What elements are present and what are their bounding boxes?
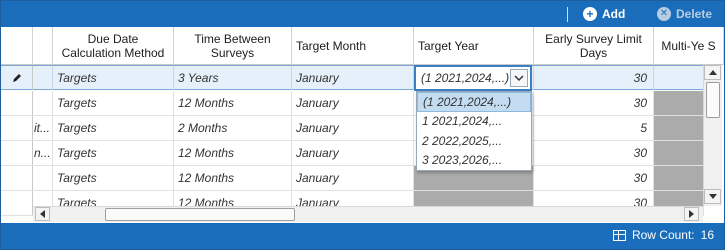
horizontal-scrollbar[interactable] xyxy=(33,206,703,222)
dropdown-option[interactable]: 2 2022,2025,... xyxy=(417,131,531,151)
arrow-left-icon xyxy=(40,210,45,218)
arrow-down-icon xyxy=(708,194,717,199)
cell-method[interactable]: Targets xyxy=(53,141,174,165)
table-icon xyxy=(612,229,626,241)
column-header-multi-year[interactable]: Multi-Ye S xyxy=(654,27,724,65)
table-row[interactable]: n... Targets 12 Months January 30 xyxy=(1,141,704,166)
dropdown-option[interactable]: (1 2021,2024,...) xyxy=(417,92,531,112)
cell-early[interactable]: 30 xyxy=(534,166,654,190)
cell-multi-disabled xyxy=(654,141,704,165)
horizontal-scroll-thumb[interactable] xyxy=(105,208,295,221)
cell-month[interactable]: January xyxy=(292,116,414,140)
delete-button-label: Delete xyxy=(676,7,713,21)
scroll-left-button[interactable] xyxy=(35,207,50,221)
cell-prefix[interactable] xyxy=(33,91,53,115)
arrow-up-icon xyxy=(708,70,717,75)
cell-early[interactable]: 5 xyxy=(534,116,654,140)
x-circle-icon: ✕ xyxy=(657,7,671,21)
add-button[interactable]: + Add xyxy=(583,5,625,23)
row-header[interactable] xyxy=(1,91,33,115)
cell-prefix[interactable] xyxy=(33,66,53,90)
scroll-up-button[interactable] xyxy=(704,65,721,80)
table-row[interactable]: Targets 12 Months January 30 xyxy=(1,166,704,191)
column-header-early-survey-limit[interactable]: Early Survey Limit Days xyxy=(534,27,654,65)
cell-prefix[interactable]: it... xyxy=(33,116,53,140)
scroll-down-button[interactable] xyxy=(704,189,721,204)
target-year-dropdown-list: (1 2021,2024,...) 1 2021,2024,... 2 2022… xyxy=(416,91,532,171)
status-bar: Row Count: 16 xyxy=(1,223,724,249)
cell-month[interactable]: January xyxy=(292,66,414,90)
column-header-target-year[interactable]: Target Year xyxy=(414,27,534,65)
vertical-scroll-thumb[interactable] xyxy=(706,82,720,118)
column-header-due-date-method[interactable]: Due Date Calculation Method xyxy=(53,27,174,65)
row-count-value: 16 xyxy=(700,228,714,242)
cell-time[interactable]: 2 Months xyxy=(174,116,292,140)
data-grid: Due Date Calculation Method Time Between… xyxy=(1,27,724,223)
column-header-target-month[interactable]: Target Month xyxy=(292,27,414,65)
cell-method[interactable]: Targets xyxy=(53,91,174,115)
cell-early[interactable]: 30 xyxy=(534,91,654,115)
column-header-time-between-surveys[interactable]: Time Between Surveys xyxy=(174,27,292,65)
pencil-icon xyxy=(1,66,33,90)
toolbar: + Add ✕ Delete xyxy=(1,1,724,27)
dropdown-option[interactable]: 3 2023,2026,... xyxy=(417,151,531,171)
table-row[interactable]: Targets 3 Years January 30 xyxy=(1,65,704,90)
cell-method[interactable]: Targets xyxy=(53,66,174,90)
vertical-scrollbar[interactable] xyxy=(703,65,722,206)
cell-month[interactable]: January xyxy=(292,141,414,165)
scroll-right-button[interactable] xyxy=(684,207,699,221)
add-button-label: Add xyxy=(602,7,626,21)
arrow-right-icon xyxy=(689,210,694,218)
cell-prefix[interactable]: n... xyxy=(33,141,53,165)
row-header[interactable] xyxy=(1,166,33,190)
combo-dropdown-button[interactable] xyxy=(510,69,528,87)
cell-early[interactable]: 30 xyxy=(534,66,654,90)
cell-time[interactable]: 12 Months xyxy=(174,166,292,190)
plus-circle-icon: + xyxy=(583,7,597,21)
target-year-combo[interactable]: (1 2021,2024,...) xyxy=(414,65,532,91)
cell-time[interactable]: 3 Years xyxy=(174,66,292,90)
cell-month[interactable]: January xyxy=(292,91,414,115)
table-row[interactable]: it... Targets 2 Months January 5 xyxy=(1,116,704,141)
chevron-down-icon xyxy=(514,74,524,81)
cell-multi-disabled xyxy=(654,116,704,140)
delete-button[interactable]: ✕ Delete xyxy=(657,5,712,23)
cell-method[interactable]: Targets xyxy=(53,116,174,140)
table-row[interactable]: Targets 12 Months January 30 xyxy=(1,91,704,116)
toolbar-separator xyxy=(567,7,568,22)
grid-window: + Add ✕ Delete Due Date Calculation Meth… xyxy=(0,0,725,250)
cell-time[interactable]: 12 Months xyxy=(174,141,292,165)
row-header[interactable] xyxy=(1,116,33,140)
cell-prefix[interactable] xyxy=(33,166,53,190)
cell-multi[interactable] xyxy=(654,66,704,90)
cell-multi-disabled xyxy=(654,166,704,190)
cell-early[interactable]: 30 xyxy=(534,141,654,165)
row-count-indicator: Row Count: 16 xyxy=(612,228,714,242)
cell-method[interactable]: Targets xyxy=(53,166,174,190)
cell-time[interactable]: 12 Months xyxy=(174,91,292,115)
dropdown-option[interactable]: 1 2021,2024,... xyxy=(417,112,531,132)
cell-multi-disabled xyxy=(654,91,704,115)
target-year-combo-value: (1 2021,2024,...) xyxy=(421,71,510,85)
cell-month[interactable]: January xyxy=(292,166,414,190)
row-header-column xyxy=(1,27,33,65)
grid-header: Due Date Calculation Method Time Between… xyxy=(1,27,724,65)
column-header-hidden[interactable] xyxy=(33,27,53,65)
row-header[interactable] xyxy=(1,141,33,165)
row-count-label: Row Count: xyxy=(631,228,695,242)
row-header[interactable] xyxy=(1,191,33,215)
